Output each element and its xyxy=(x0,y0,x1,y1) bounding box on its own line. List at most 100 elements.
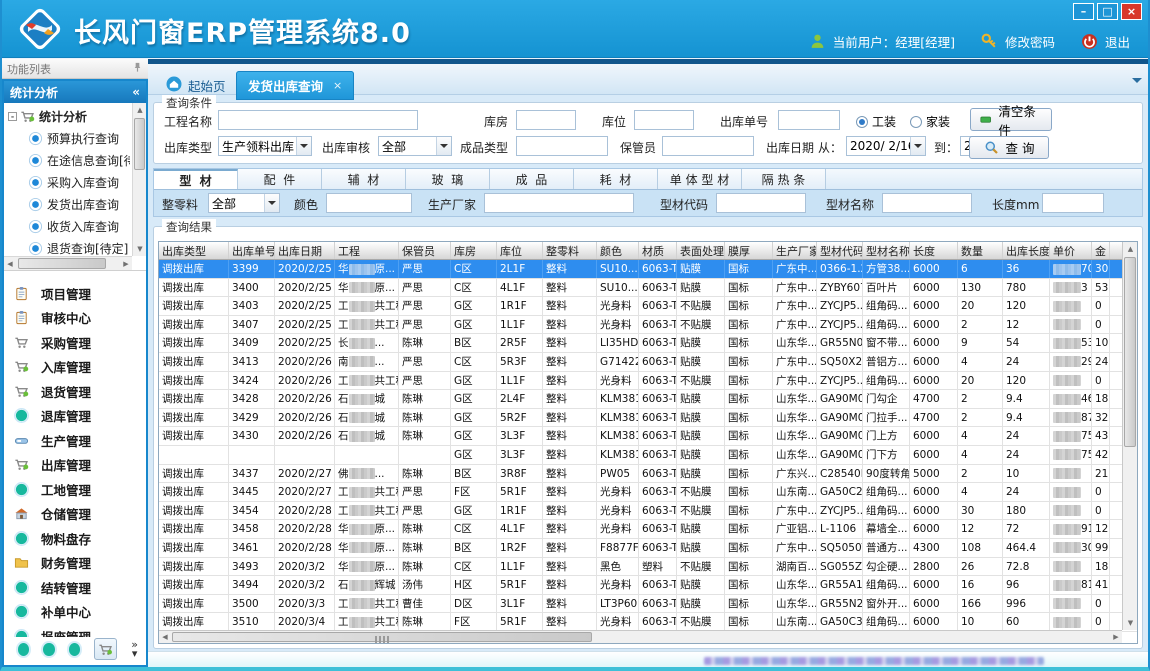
tab-close-icon[interactable]: × xyxy=(333,79,342,92)
tree-item[interactable]: 发货出库查询 xyxy=(6,193,130,215)
menu-item[interactable]: 采购管理 xyxy=(14,330,146,355)
menu-item[interactable]: 入库管理 xyxy=(14,355,146,380)
column-header-warehouse[interactable]: 库房 xyxy=(451,242,497,259)
more-modules-button[interactable]: »▾ xyxy=(131,640,138,658)
menu-item[interactable]: 退货管理 xyxy=(14,379,146,404)
table-row[interactable]: 调拨出库34072020/2/25工共工程严思G区1L1F整料光身料6063-T… xyxy=(159,316,1137,335)
column-header-out-date[interactable]: 出库日期 xyxy=(275,242,335,259)
table-row[interactable]: 调拨出库34032020/2/25工共工程严思G区1R1F整料光身料6063-T… xyxy=(159,297,1137,316)
order-no-input[interactable] xyxy=(778,110,840,130)
section-header[interactable]: 统计分析 « xyxy=(4,81,146,103)
column-header-unit-price[interactable]: 单价 xyxy=(1050,242,1092,259)
column-header-material[interactable]: 材质 xyxy=(639,242,677,259)
module-dot-icon[interactable] xyxy=(18,643,29,656)
change-password-link[interactable]: 修改密码 xyxy=(1005,32,1055,51)
maximize-button[interactable]: □ xyxy=(1097,3,1118,20)
pin-icon[interactable] xyxy=(132,62,143,76)
column-header-qty[interactable]: 数量 xyxy=(958,242,1003,259)
material-tab[interactable]: 配 件 xyxy=(238,169,322,189)
whole-piece-select[interactable]: 全部 xyxy=(208,193,280,213)
column-header-out-length[interactable]: 出库长度 xyxy=(1003,242,1050,259)
material-tab[interactable]: 单 体 型 材 xyxy=(658,169,742,189)
date-from-select[interactable]: 2020/ 2/16 xyxy=(846,136,926,156)
table-row[interactable]: 调拨出库34452020/2/27工共工程严思F区5R1F整料光身料6063-T… xyxy=(159,483,1137,502)
out-type-select[interactable]: 生产领料出库 xyxy=(218,136,312,156)
module-dot-icon[interactable] xyxy=(69,643,80,656)
radio-work-install[interactable]: 工装 xyxy=(856,113,896,130)
tree-item[interactable]: 收货入库查询 xyxy=(6,215,130,237)
menu-item[interactable]: 结转管理 xyxy=(14,575,146,600)
keeper-input[interactable] xyxy=(662,136,754,156)
tree-expander[interactable]: - xyxy=(8,112,17,121)
profile-name-input[interactable] xyxy=(882,193,972,213)
table-row[interactable]: 调拨出库34302020/2/26石城陈琳G区3L3F整料KLM38176063… xyxy=(159,427,1137,446)
menu-item[interactable]: 物料盘存 xyxy=(14,526,146,551)
audit-select[interactable]: 全部 xyxy=(378,136,452,156)
column-header-project[interactable]: 工程 xyxy=(335,242,399,259)
table-row[interactable]: 调拨出库34932020/3/2华原...陈琳C区1L1F整料黑色塑料不贴膜国标… xyxy=(159,558,1137,577)
length-input[interactable] xyxy=(1042,193,1104,213)
column-header-location[interactable]: 库位 xyxy=(497,242,543,259)
material-tab[interactable]: 成 品 xyxy=(490,169,574,189)
material-tab[interactable]: 型 材 xyxy=(154,169,238,189)
material-tab[interactable]: 隔 热 条 xyxy=(742,169,826,189)
project-name-input[interactable] xyxy=(218,110,418,130)
column-header-color[interactable]: 颜色 xyxy=(597,242,639,259)
material-tab[interactable]: 辅 材 xyxy=(322,169,406,189)
tree-item[interactable]: 退货查询[待定] xyxy=(6,237,130,256)
column-header-film[interactable]: 膜厚 xyxy=(725,242,773,259)
material-tab[interactable]: 玻 璃 xyxy=(406,169,490,189)
table-row[interactable]: 调拨出库35002020/3/3工共工程曹佳D区3L1F整料LT3P606063… xyxy=(159,595,1137,614)
table-row[interactable]: 调拨出库34542020/2/28工共工程严思G区1R1F整料光身料6063-T… xyxy=(159,502,1137,521)
menu-item[interactable]: 补单中心 xyxy=(14,600,146,625)
color-input[interactable] xyxy=(326,193,412,213)
grid-horizontal-scrollbar[interactable]: ◀ ▶ xyxy=(159,630,1122,643)
table-row[interactable]: 调拨出库34942020/3/2石辉城汤伟H区5R1F整料光身料6063-T5贴… xyxy=(159,576,1137,595)
minimize-button[interactable]: – xyxy=(1073,3,1094,20)
column-header-profile-code[interactable]: 型材代码 xyxy=(817,242,863,259)
tree-item[interactable]: 采购入库查询 xyxy=(6,171,130,193)
menu-item[interactable]: 项目管理 xyxy=(14,281,146,306)
column-header-length[interactable]: 长度 xyxy=(910,242,958,259)
table-row[interactable]: 调拨出库34092020/2/25长...陈琳B区2R5F整料LI35HD606… xyxy=(159,334,1137,353)
material-tab[interactable]: 耗 材 xyxy=(574,169,658,189)
grid-vertical-scrollbar[interactable]: ▲ ▼ xyxy=(1122,242,1137,630)
collapse-icon[interactable]: « xyxy=(132,85,140,99)
table-row[interactable]: 调拨出库34582020/2/28华原...陈琳C区4L1F整料光身料6063-… xyxy=(159,520,1137,539)
table-row[interactable]: 调拨出库34612020/2/28华原...陈琳B区1R2F整料F8877FT6… xyxy=(159,539,1137,558)
column-header-surface[interactable]: 表面处理 xyxy=(677,242,725,259)
menu-item[interactable]: 退库管理 xyxy=(14,404,146,429)
table-row[interactable]: 调拨出库34132020/2/26南...严思C区5R3F整料G71422606… xyxy=(159,353,1137,372)
table-row[interactable]: 调拨出库33992020/2/25华原...严思C区2L1F整料SU10...6… xyxy=(159,260,1137,279)
search-button[interactable]: 查 询 xyxy=(969,136,1049,159)
tab-list-caret-icon[interactable] xyxy=(1132,78,1142,88)
tree-root-item[interactable]: -统计分析 xyxy=(6,105,130,127)
column-header-whole-piece[interactable]: 整零料 xyxy=(543,242,597,259)
warehouse-input[interactable] xyxy=(516,110,576,130)
radio-home-install[interactable]: 家装 xyxy=(910,113,950,130)
table-row[interactable]: 调拨出库34242020/2/26工共工程严思G区1L1F整料光身料6063-T… xyxy=(159,372,1137,391)
maker-input[interactable] xyxy=(484,193,634,213)
column-header-amount[interactable]: 金 xyxy=(1092,242,1110,259)
tree-horizontal-scrollbar[interactable]: ◀ ▶ xyxy=(4,256,132,270)
clear-conditions-button[interactable]: 清空条件 xyxy=(970,108,1052,131)
profile-code-input[interactable] xyxy=(716,193,806,213)
table-row[interactable]: 调拨出库34372020/2/27佛...陈琳B区3R8F整料PW056063-… xyxy=(159,465,1137,484)
cart-module-button[interactable] xyxy=(94,638,117,660)
menu-item[interactable]: 审核中心 xyxy=(14,306,146,331)
tree-item[interactable]: 在途信息查询[待 xyxy=(6,149,130,171)
menu-item[interactable]: 财务管理 xyxy=(14,551,146,576)
product-type-input[interactable] xyxy=(516,136,608,156)
column-header-maker[interactable]: 生产厂家 xyxy=(773,242,817,259)
column-header-out-type[interactable]: 出库类型 xyxy=(159,242,229,259)
column-header-keeper[interactable]: 保管员 xyxy=(399,242,451,259)
column-header-order-no[interactable]: 出库单号 xyxy=(229,242,275,259)
module-dot-icon[interactable] xyxy=(43,643,54,656)
table-row[interactable]: 调拨出库34002020/2/25华原...严思C区4L1F整料SU10...6… xyxy=(159,279,1137,298)
logout-link[interactable]: 退出 xyxy=(1105,32,1130,51)
table-row[interactable]: G区3L3F整料KLM38176063-T5贴膜国标山东华...GA90M09.… xyxy=(159,446,1137,465)
menu-item[interactable]: 工地管理 xyxy=(14,477,146,502)
menu-item[interactable]: 生产管理 xyxy=(14,428,146,453)
menu-item[interactable]: 仓储管理 xyxy=(14,502,146,527)
tree-vertical-scrollbar[interactable]: ▲ ▼ xyxy=(132,103,146,256)
